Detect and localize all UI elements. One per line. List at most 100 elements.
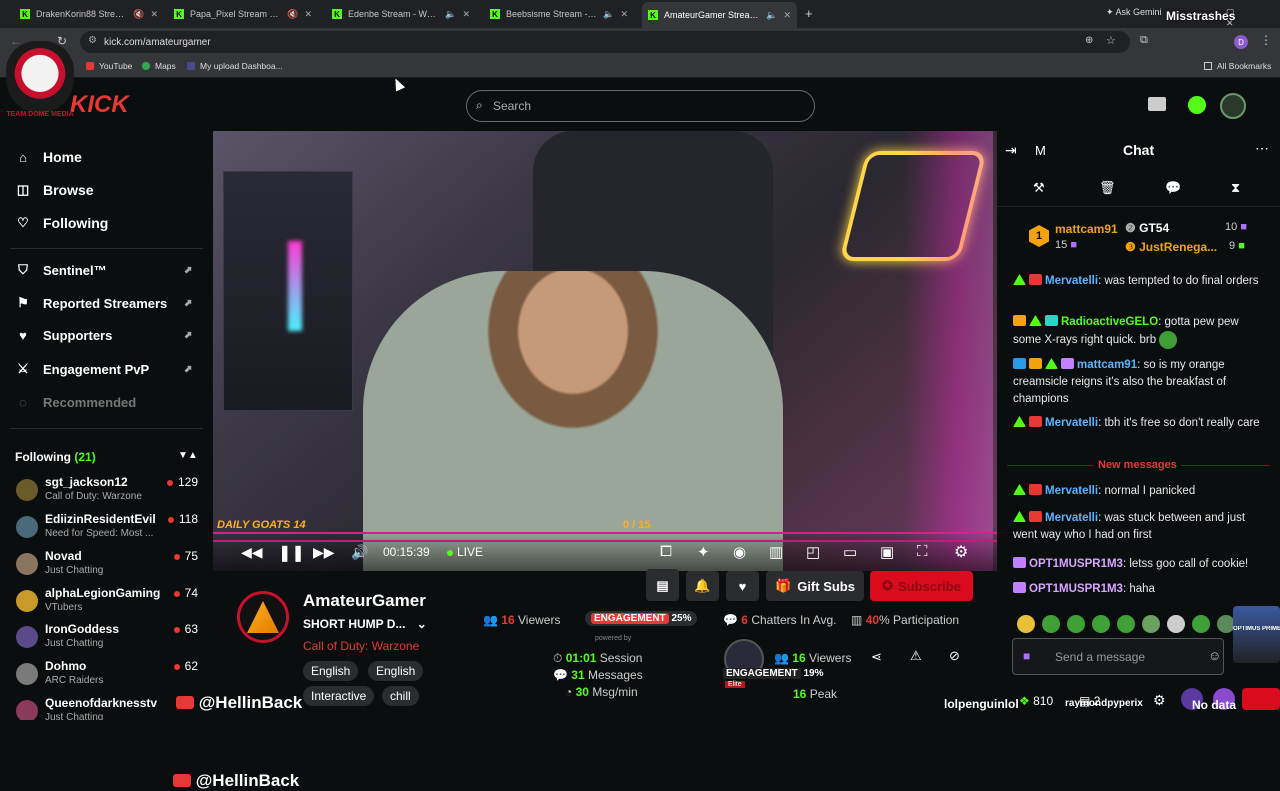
hourglass-icon[interactable]: ⧗ bbox=[1231, 180, 1240, 196]
ask-gemini-button[interactable]: ✦ Ask Gemini bbox=[1106, 7, 1162, 18]
tag[interactable]: Interactive bbox=[303, 686, 375, 706]
sort-icon[interactable]: ▼▲ bbox=[178, 450, 198, 461]
theater-icon[interactable]: ▭ bbox=[843, 543, 857, 561]
share-icon[interactable]: ⋖ bbox=[871, 649, 882, 665]
chat-menu-icon[interactable]: ⋯ bbox=[1255, 140, 1269, 157]
bookmark-maps[interactable]: Maps bbox=[142, 61, 176, 71]
close-icon[interactable]: ✕ bbox=[462, 9, 470, 20]
menu-kebab-icon[interactable]: ⋮ bbox=[1260, 33, 1272, 47]
chat-message[interactable]: mattcam91: so is my orange creamsicle re… bbox=[1013, 357, 1263, 408]
close-icon[interactable]: ✕ bbox=[150, 9, 158, 20]
collapse-chat-icon[interactable]: ⇥ bbox=[1005, 142, 1017, 159]
chat-message[interactable]: Mervatelli: was tempted to do final orde… bbox=[1013, 273, 1263, 290]
leader3-row[interactable]: ❸ JustRenega... bbox=[1125, 240, 1217, 254]
video-player[interactable]: DAILY GOATS 14 0 / 15 ◀◀ ❚❚ ▶▶ 🔊 00:15:3… bbox=[213, 131, 997, 571]
close-icon[interactable]: ✕ bbox=[783, 10, 791, 21]
chat-mode[interactable]: M bbox=[1035, 143, 1046, 158]
chat-username[interactable]: Mervatelli bbox=[1045, 512, 1098, 524]
emote-icon[interactable] bbox=[1192, 615, 1210, 633]
stream-title[interactable]: SHORT HUMP D... ⌄ bbox=[303, 617, 427, 631]
chat-send-button[interactable] bbox=[1242, 688, 1280, 710]
mute-icon[interactable]: 🔇 bbox=[133, 9, 144, 20]
followed-channel[interactable]: alphaLegionGaming VTubers 74 bbox=[14, 586, 204, 622]
emote-icon[interactable] bbox=[1142, 615, 1160, 633]
leader-name[interactable]: mattcam91 bbox=[1055, 222, 1118, 236]
browser-tab[interactable]: K Edenbe Stream - Watch Liv 🔈 ✕ bbox=[326, 4, 476, 24]
emote-icon[interactable] bbox=[1092, 615, 1110, 633]
gift-subs-button[interactable]: 🎁 Gift Subs bbox=[766, 571, 864, 601]
followed-channel[interactable]: Dohmo ARC Raiders 62 bbox=[14, 659, 204, 695]
close-icon[interactable]: ✕ bbox=[620, 9, 628, 20]
site-info-icon[interactable]: ⚙ bbox=[88, 35, 97, 46]
nav-browse[interactable]: ◫ Browse bbox=[16, 182, 94, 198]
followed-channel[interactable]: Novad Just Chatting 75 bbox=[14, 549, 204, 585]
search-input[interactable]: ⌕ Search bbox=[466, 90, 815, 122]
clip-icon[interactable]: ⧠ bbox=[660, 543, 672, 560]
emoji-icon[interactable]: ☺ bbox=[1208, 648, 1221, 663]
leader2-row[interactable]: ❷ GT54 bbox=[1125, 221, 1169, 235]
emote-icon[interactable] bbox=[1167, 615, 1185, 633]
notifications-button[interactable]: 🔔 bbox=[686, 571, 719, 601]
bookmark-youtube[interactable]: YouTube bbox=[86, 61, 132, 71]
nav-engagement-pvp[interactable]: ⚔ Engagement PvP ⬈ bbox=[16, 361, 192, 377]
tag[interactable]: chill bbox=[382, 686, 419, 706]
browser-tab[interactable]: K Papa_Pixel Stream - Watch 🔇 ✕ bbox=[168, 4, 318, 24]
emote-icon[interactable] bbox=[1017, 615, 1035, 633]
tag[interactable]: English bbox=[368, 661, 424, 681]
volume-icon[interactable]: 🔊 bbox=[351, 544, 368, 561]
chat-bubble-icon[interactable]: 💬 bbox=[1165, 180, 1181, 196]
all-bookmarks[interactable]: All Bookmarks bbox=[1204, 61, 1271, 71]
speaker-icon[interactable]: 🔈 bbox=[603, 9, 614, 20]
notes-button[interactable]: ▤ bbox=[646, 571, 679, 601]
chat-message[interactable]: RadioactiveGELO: gotta pew pew some X-ra… bbox=[1013, 314, 1263, 349]
browser-tab-active[interactable]: K AmateurGamer Stream - W 🔈 ✕ bbox=[642, 2, 797, 28]
replay-icon[interactable]: ◉ bbox=[733, 543, 746, 561]
speaker-icon[interactable]: 🔈 bbox=[445, 9, 456, 20]
kick-k-icon[interactable] bbox=[1188, 96, 1206, 114]
browser-tab[interactable]: K Beebsisme Stream - Watch 🔈 ✕ bbox=[484, 4, 634, 24]
nav-following[interactable]: ♡ Following bbox=[16, 215, 108, 231]
nav-reported-streamers[interactable]: ⚑ Reported Streamers ⬈ bbox=[16, 295, 192, 311]
followed-channel[interactable]: IronGoddess Just Chatting 63 bbox=[14, 622, 204, 658]
url-input[interactable]: ⚙ kick.com/amateurgamer ⊕ ☆ bbox=[80, 31, 1130, 53]
chat-message[interactable]: Mervatelli: tbh it's free so don't reall… bbox=[1013, 415, 1263, 432]
chat-settings-icon[interactable]: ⚙ bbox=[1153, 692, 1166, 709]
settings-gear-icon[interactable]: ⚙ bbox=[954, 542, 968, 562]
channel-avatar[interactable] bbox=[237, 591, 289, 643]
hammer-icon[interactable]: ⚒ bbox=[1033, 180, 1045, 196]
chat-username[interactable]: Mervatelli bbox=[1045, 485, 1098, 497]
report-icon[interactable]: ⚠ bbox=[910, 648, 922, 664]
chat-username[interactable]: Mervatelli bbox=[1045, 417, 1098, 429]
chat-message[interactable]: OPT1MUSPR1M3: haha bbox=[1013, 581, 1263, 598]
nav-supporters[interactable]: ♥ Supporters ⬈ bbox=[16, 328, 192, 343]
profile-avatar[interactable]: D bbox=[1234, 35, 1248, 49]
mute-icon[interactable]: 🔇 bbox=[287, 9, 298, 20]
mute-slash-icon[interactable]: ⊘ bbox=[949, 648, 960, 664]
emote-icon[interactable] bbox=[1067, 615, 1085, 633]
pip-icon[interactable]: ◰ bbox=[806, 543, 820, 561]
followed-channel[interactable]: EdiizinResidentEvil Need for Speed: Most… bbox=[14, 512, 204, 548]
zoom-icon[interactable]: ⊕ bbox=[1085, 35, 1093, 46]
speaker-icon[interactable]: 🔈 bbox=[766, 10, 777, 21]
nav-sentinel[interactable]: ⛉ Sentinel™ ⬈ bbox=[16, 262, 192, 278]
emote-icon[interactable] bbox=[1117, 615, 1135, 633]
bookmark-upload-dashboard[interactable]: My upload Dashboa... bbox=[187, 61, 283, 71]
chat-username[interactable]: Mervatelli bbox=[1045, 275, 1098, 287]
nav-home[interactable]: ⌂ Home bbox=[16, 149, 82, 165]
channel-name[interactable]: AmateurGamer bbox=[303, 591, 426, 611]
chat-message[interactable]: Mervatelli: normal I panicked bbox=[1013, 483, 1263, 500]
chat-username[interactable]: OPT1MUSPR1M3 bbox=[1029, 583, 1123, 595]
forward-icon[interactable]: ▶▶ bbox=[313, 544, 335, 561]
bookmark-star-icon[interactable]: ☆ bbox=[1106, 34, 1116, 47]
extensions-icon[interactable]: ⧉ bbox=[1140, 34, 1148, 47]
followed-channel[interactable]: sgt_jackson12 Call of Duty: Warzone 129 bbox=[14, 475, 204, 511]
browser-tab[interactable]: K DrakenKorin88 Stream - W 🔇 ✕ bbox=[14, 4, 164, 24]
points-display[interactable]: ❖ 810 bbox=[1019, 694, 1053, 708]
chat-username[interactable]: OPT1MUSPR1M3 bbox=[1029, 558, 1123, 570]
new-tab-button[interactable]: + bbox=[805, 6, 813, 21]
sparkle-icon[interactable]: ✦ bbox=[697, 543, 710, 561]
subscribe-button[interactable]: ✪ Subscribe bbox=[870, 571, 973, 601]
rewind-icon[interactable]: ◀◀ bbox=[241, 544, 263, 561]
stream-category[interactable]: Call of Duty: Warzone bbox=[303, 639, 419, 653]
chat-username[interactable]: mattcam91 bbox=[1077, 359, 1137, 371]
